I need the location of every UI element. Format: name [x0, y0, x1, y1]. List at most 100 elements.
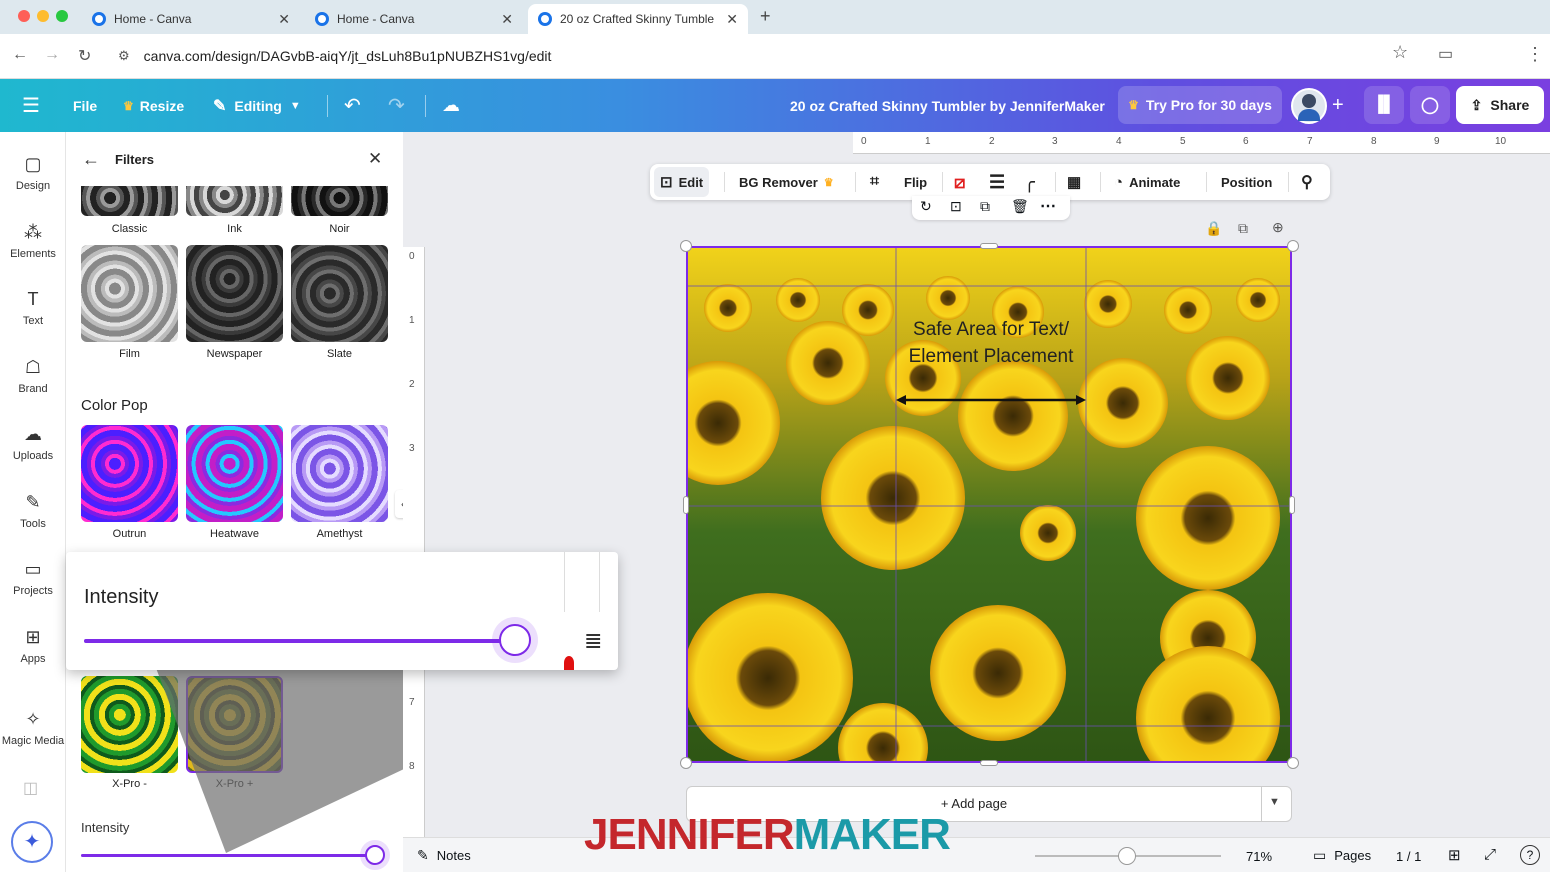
filter-thumb-outrun[interactable] — [81, 425, 178, 522]
cloud-save-icon[interactable]: ☁ — [442, 79, 460, 132]
popup-intensity-slider-track[interactable] — [84, 624, 532, 656]
no-border-icon[interactable]: ⧄ — [954, 164, 965, 200]
group-icon[interactable]: ⊡ — [950, 198, 962, 215]
rail-item-brand[interactable]: ☖ Brand — [0, 357, 66, 395]
bookmark-star-icon[interactable]: ☆ — [1392, 42, 1408, 63]
browser-tab-active[interactable]: 20 oz Crafted Skinny Tumble ✕ — [528, 4, 748, 34]
zoom-percentage[interactable]: 71% — [1246, 849, 1272, 864]
more-options-icon[interactable]: ⋯ — [1040, 196, 1056, 216]
filter-thumb-ink[interactable] — [186, 186, 283, 216]
design-page[interactable]: Safe Area for Text/ Element Placement — [686, 246, 1292, 763]
resize-handle[interactable] — [680, 240, 692, 252]
filter-thumb-film[interactable] — [81, 245, 178, 342]
filter-thumb-amethyst[interactable] — [291, 425, 388, 522]
new-tab-button[interactable]: + — [760, 6, 771, 27]
editing-mode-button[interactable]: ✎ Editing ▼ — [213, 79, 301, 132]
position-button[interactable]: Position — [1221, 164, 1272, 200]
panel-title: Filters — [115, 152, 155, 167]
browser-menu-icon[interactable]: ⋮ — [1526, 44, 1544, 65]
rail-item-text[interactable]: T Text — [0, 289, 66, 327]
close-tab-icon[interactable]: ✕ — [278, 11, 290, 28]
animate-button[interactable]: ◔ Animate — [1114, 164, 1180, 200]
resize-handle[interactable] — [980, 243, 998, 249]
resize-handle[interactable] — [1287, 757, 1299, 769]
resize-button[interactable]: ♛ Resize — [123, 79, 184, 132]
resize-handle[interactable] — [1289, 496, 1295, 514]
intensity-slider-knob[interactable] — [365, 845, 385, 865]
document-title[interactable]: 20 oz Crafted Skinny Tumbler by Jennifer… — [790, 79, 1105, 132]
zoom-slider-knob[interactable] — [1118, 847, 1137, 865]
resize-handle[interactable] — [980, 760, 998, 766]
duplicate-page-icon[interactable]: ⧉ — [1238, 220, 1248, 237]
undo-icon[interactable]: ↶ — [344, 79, 361, 132]
cast-icon[interactable]: ▭ — [1438, 44, 1453, 64]
popup-intensity-slider-knob[interactable] — [499, 624, 532, 656]
resize-handle[interactable] — [680, 757, 692, 769]
edit-image-button[interactable]: ⊡ Edit — [654, 167, 710, 197]
flip-button[interactable]: Flip — [904, 164, 927, 200]
rail-item-uploads[interactable]: ☁ Uploads — [0, 424, 66, 462]
rail-item-elements[interactable]: ⁂ Elements — [0, 222, 66, 260]
rail-item-design[interactable]: ▢ Design — [0, 154, 66, 192]
rail-item-apps[interactable]: ⊞ Apps — [0, 627, 66, 665]
notes-button[interactable]: ✎ Notes — [417, 847, 471, 864]
corner-rounding-icon[interactable]: ╭ — [1024, 164, 1035, 200]
url-bar[interactable]: ⚙ canva.com/design/DAGvbB-aiqY/jt_dsLuh8… — [110, 40, 1420, 72]
close-tab-icon[interactable]: ✕ — [501, 11, 513, 28]
chevron-down-icon[interactable]: ▼ — [1269, 796, 1280, 808]
delete-icon[interactable]: 🗑 — [1011, 198, 1029, 215]
bg-remover-button[interactable]: BG Remover ♛ — [739, 164, 834, 200]
adjust-settings-icon[interactable]: ≣ — [584, 628, 602, 654]
rail-item-projects[interactable]: ▭ Projects — [0, 559, 66, 597]
user-avatar[interactable] — [1291, 88, 1327, 124]
lock-page-icon[interactable]: 🔒 — [1205, 220, 1222, 237]
magic-assistant-icon[interactable]: ✦ — [11, 821, 53, 863]
main-menu-icon[interactable]: ☰ — [22, 79, 40, 132]
minimize-window-button[interactable] — [37, 10, 49, 22]
forward-icon[interactable]: → — [44, 46, 60, 64]
safe-area-caption[interactable]: Safe Area for Text/ Element Placement — [888, 316, 1094, 370]
pages-button[interactable]: ▭ Pages — [1313, 847, 1371, 864]
filter-thumb-heatwave[interactable] — [186, 425, 283, 522]
maximize-window-button[interactable] — [56, 10, 68, 22]
crop-icon[interactable]: ⌗ — [870, 164, 879, 200]
redo-icon[interactable]: ↷ — [388, 79, 405, 132]
try-pro-button[interactable]: ♛ Try Pro for 30 days — [1118, 86, 1282, 124]
close-panel-icon[interactable]: ✕ — [368, 149, 382, 169]
back-icon[interactable]: ← — [12, 46, 28, 64]
rotate-icon[interactable]: ↻ — [920, 198, 932, 215]
fullscreen-icon[interactable]: ⤢ — [1484, 846, 1496, 863]
zoom-slider-track[interactable] — [1035, 847, 1221, 865]
share-button[interactable]: ⇪ Share — [1456, 86, 1544, 124]
filter-thumb-classic[interactable] — [81, 186, 178, 216]
duplicate-icon[interactable]: ⧉ — [980, 198, 990, 215]
intensity-slider-track[interactable] — [81, 845, 385, 865]
jennifermaker-watermark: JENNIFERMAKER — [584, 810, 951, 860]
site-settings-icon[interactable]: ⚙ — [118, 48, 130, 64]
resize-handle[interactable] — [1287, 240, 1299, 252]
browser-tab[interactable]: Home - Canva ✕ — [82, 4, 300, 34]
back-arrow-icon[interactable]: ← — [82, 149, 100, 170]
resize-handle[interactable] — [683, 496, 689, 514]
filter-thumb-noir[interactable] — [291, 186, 388, 216]
add-collaborator-icon[interactable]: + — [1332, 79, 1344, 132]
copy-style-icon[interactable]: ⚲ — [1301, 164, 1313, 200]
filter-thumb-slate[interactable] — [291, 245, 388, 342]
close-tab-icon[interactable]: ✕ — [726, 11, 738, 28]
close-window-button[interactable] — [18, 10, 30, 22]
insights-button[interactable]: ▐▌ — [1364, 86, 1404, 124]
rail-item-tools[interactable]: ✎ Tools — [0, 492, 66, 530]
add-page-icon[interactable]: ⊕ — [1272, 219, 1284, 236]
comments-button[interactable]: ◯ — [1410, 86, 1450, 124]
filter-thumb-newspaper[interactable] — [186, 245, 283, 342]
reload-icon[interactable]: ↻ — [78, 46, 91, 66]
transparency-icon[interactable]: ▦ — [1067, 164, 1081, 200]
more-apps-icon[interactable]: ◫ — [23, 778, 38, 798]
grid-view-icon[interactable]: ⊞ — [1448, 846, 1461, 864]
brand-icon: ☖ — [24, 357, 42, 377]
file-menu-button[interactable]: File — [73, 79, 97, 132]
browser-tab[interactable]: Home - Canva ✕ — [305, 4, 523, 34]
rail-item-magic-media[interactable]: ✧ Magic Media — [0, 709, 66, 747]
help-icon[interactable]: ? — [1520, 845, 1540, 865]
border-style-icon[interactable]: ☰ — [989, 164, 1005, 200]
